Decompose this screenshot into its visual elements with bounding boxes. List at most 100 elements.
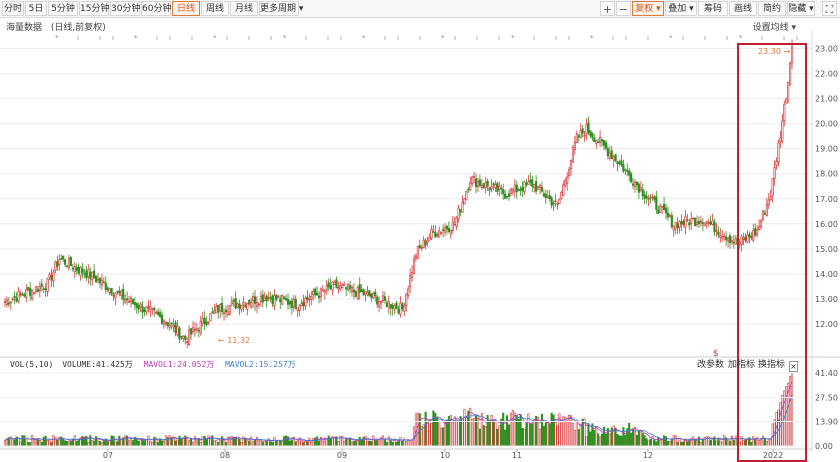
volume-bar [170, 437, 173, 447]
candle-body [670, 215, 673, 228]
volume-bar [694, 439, 697, 447]
period-tab-6[interactable]: 日线 [172, 1, 200, 16]
candle-body [48, 274, 51, 278]
candle-body [556, 203, 559, 205]
volume-bar [783, 390, 786, 447]
volume-bar [457, 421, 460, 447]
volume-bar [60, 436, 63, 447]
toolbar-btn-0[interactable]: 复权 ▾ [632, 1, 664, 16]
volume-bar [756, 437, 759, 447]
event-marker: ı [191, 34, 193, 42]
volume-bar [85, 436, 88, 447]
volume-bar [58, 436, 61, 447]
candle-body [614, 154, 617, 162]
volume-bar [304, 440, 307, 447]
toolbar-btn-3[interactable]: 画线 [729, 1, 757, 16]
candle-body [765, 204, 768, 217]
candle-body [550, 197, 553, 206]
indicator-btn-0[interactable]: 改参数 [697, 359, 724, 371]
period-tab-4[interactable]: 30分钟 [110, 1, 140, 16]
ma-settings-button[interactable]: 设置均线 ▾ [753, 20, 796, 33]
toolbar-btn-5[interactable]: 隐藏 ▾ [787, 1, 815, 16]
candle-body [568, 169, 571, 177]
candle-body [211, 311, 214, 314]
period-tab-0[interactable]: 分时 [2, 1, 24, 16]
volume-bar [337, 441, 340, 447]
volume-bar [719, 440, 722, 447]
volume-bar [473, 418, 476, 447]
fullscreen-icon[interactable]: ⛶ [822, 1, 837, 16]
toolbar-btn-2[interactable]: 筹码 [698, 1, 728, 16]
volume-bar [203, 435, 206, 447]
volume-bar [271, 442, 274, 447]
volume-bar [486, 414, 489, 447]
volume-bar [147, 435, 150, 447]
minus-icon[interactable]: − [616, 1, 631, 16]
volume-bar [785, 386, 788, 447]
volume-bar [630, 432, 633, 447]
volume-bar [257, 440, 260, 447]
volume-bar [33, 438, 36, 447]
indicator-btn-1[interactable]: 加指标 [728, 359, 755, 371]
volume-bar [668, 441, 671, 447]
indicator-name[interactable]: VOL(5,10) [10, 360, 53, 369]
volume-bar [542, 425, 545, 447]
volume-bar [325, 438, 328, 447]
volume-bar [469, 407, 472, 447]
candle-body [166, 322, 169, 327]
volume-bar [244, 437, 247, 447]
candle-body [486, 180, 489, 187]
period-tab-1[interactable]: 5日 [25, 1, 47, 16]
volume-bar [478, 428, 481, 447]
period-tab-8[interactable]: 月线 [230, 1, 258, 16]
volume-bar [692, 436, 695, 447]
candle-body [457, 207, 460, 220]
volume-bar [348, 437, 352, 447]
volume-bar [296, 441, 299, 447]
toolbar-btn-1[interactable]: 叠加 ▾ [665, 1, 697, 16]
candle-body [7, 302, 10, 305]
indicator-btn-2[interactable]: 换指标 [758, 359, 785, 371]
candle-body [189, 328, 193, 335]
candle-body [558, 198, 561, 205]
event-marker: ı [498, 34, 500, 42]
candle-body [453, 223, 456, 226]
kline-chart[interactable]: 23.00 22.00 21.00 20.00 19.00 18.00 17.00 16.00… [0, 0, 840, 462]
volume-bar [254, 438, 257, 447]
volume-bar [265, 440, 268, 447]
event-flag-icon: $ [713, 349, 719, 359]
close-icon[interactable]: × [789, 361, 798, 372]
candle-body [771, 178, 774, 196]
candle-body [442, 229, 445, 231]
volume-bar [197, 437, 200, 447]
candle-body [118, 290, 121, 294]
volume-bar [771, 423, 774, 447]
candle-body [3, 301, 7, 303]
period-tab-5[interactable]: 60分钟 [141, 1, 171, 16]
period-tab-2[interactable]: 5分钟 [48, 1, 78, 16]
volume-bar [606, 428, 609, 447]
candle-body [38, 286, 41, 291]
volume-bar [27, 442, 30, 447]
candle-body [533, 184, 536, 188]
plus-icon[interactable]: + [600, 1, 615, 16]
candle-body [387, 301, 390, 308]
volume-bar [498, 425, 501, 447]
volume-bar [538, 428, 542, 447]
toolbar-btn-4[interactable]: 简约 [758, 1, 786, 16]
period-tab-3[interactable]: 15分钟 [79, 1, 109, 16]
toolbar: 分时 5日 5分钟 15分钟 30分钟 60分钟 日线 周线 月线 更多周期 ▾ + − 复权 ▾ 叠加 … [0, 0, 840, 18]
volume-bar [5, 438, 8, 447]
period-tab-7[interactable]: 周线 [201, 1, 229, 16]
candle-body [195, 328, 198, 331]
price-tick-label: 22.00 [815, 70, 838, 79]
volume-bar [178, 435, 181, 447]
candle-body [752, 230, 755, 241]
candle-body [63, 259, 67, 265]
candle-body [732, 241, 735, 244]
candle-body [151, 307, 154, 310]
period-tab-9[interactable]: 更多周期 ▾ [259, 1, 303, 16]
volume-bar [267, 438, 270, 447]
volume-bar [137, 440, 140, 447]
volume-bar [118, 435, 121, 447]
